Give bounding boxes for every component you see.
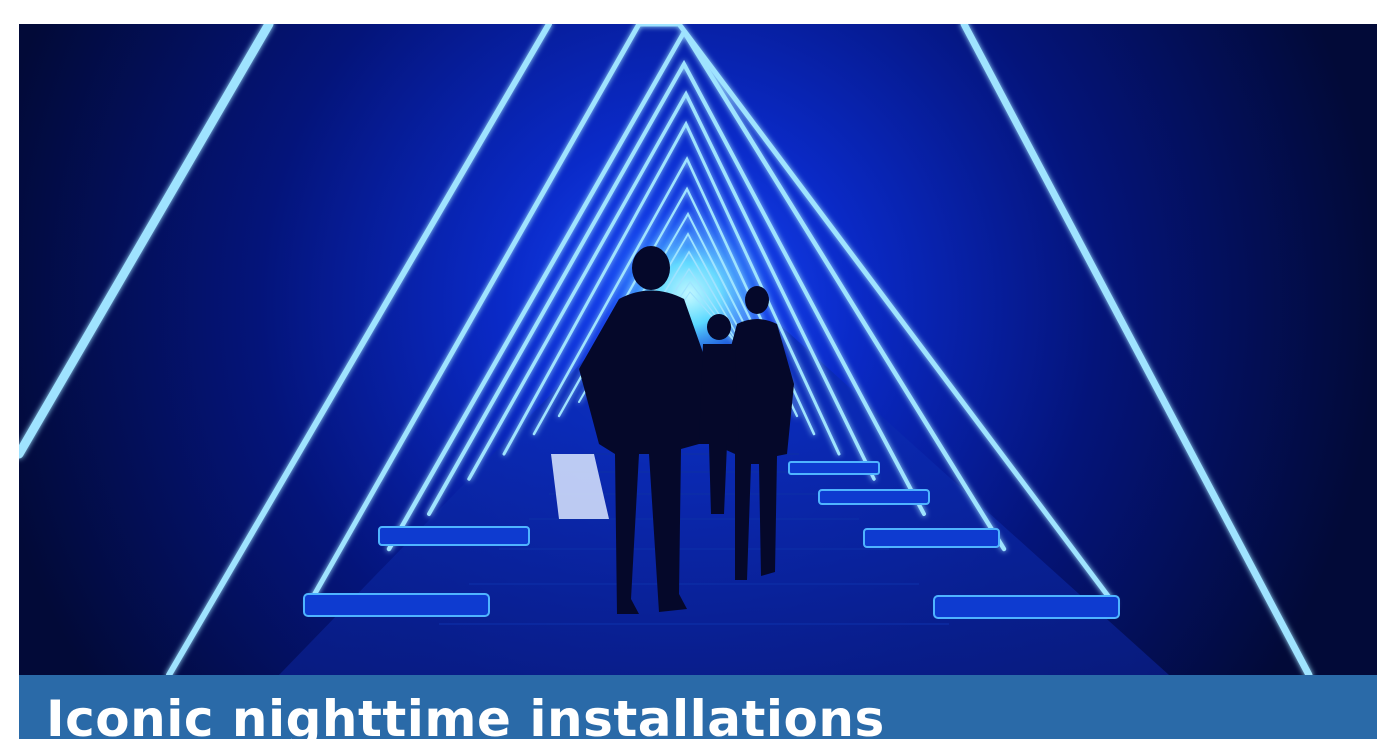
hero-image <box>19 24 1377 675</box>
feature-card: Iconic nighttime installations <box>19 24 1377 739</box>
light-tunnel-illustration <box>19 24 1377 675</box>
caption-bar: Iconic nighttime installations <box>19 675 1377 739</box>
caption-title[interactable]: Iconic nighttime installations <box>46 687 885 739</box>
